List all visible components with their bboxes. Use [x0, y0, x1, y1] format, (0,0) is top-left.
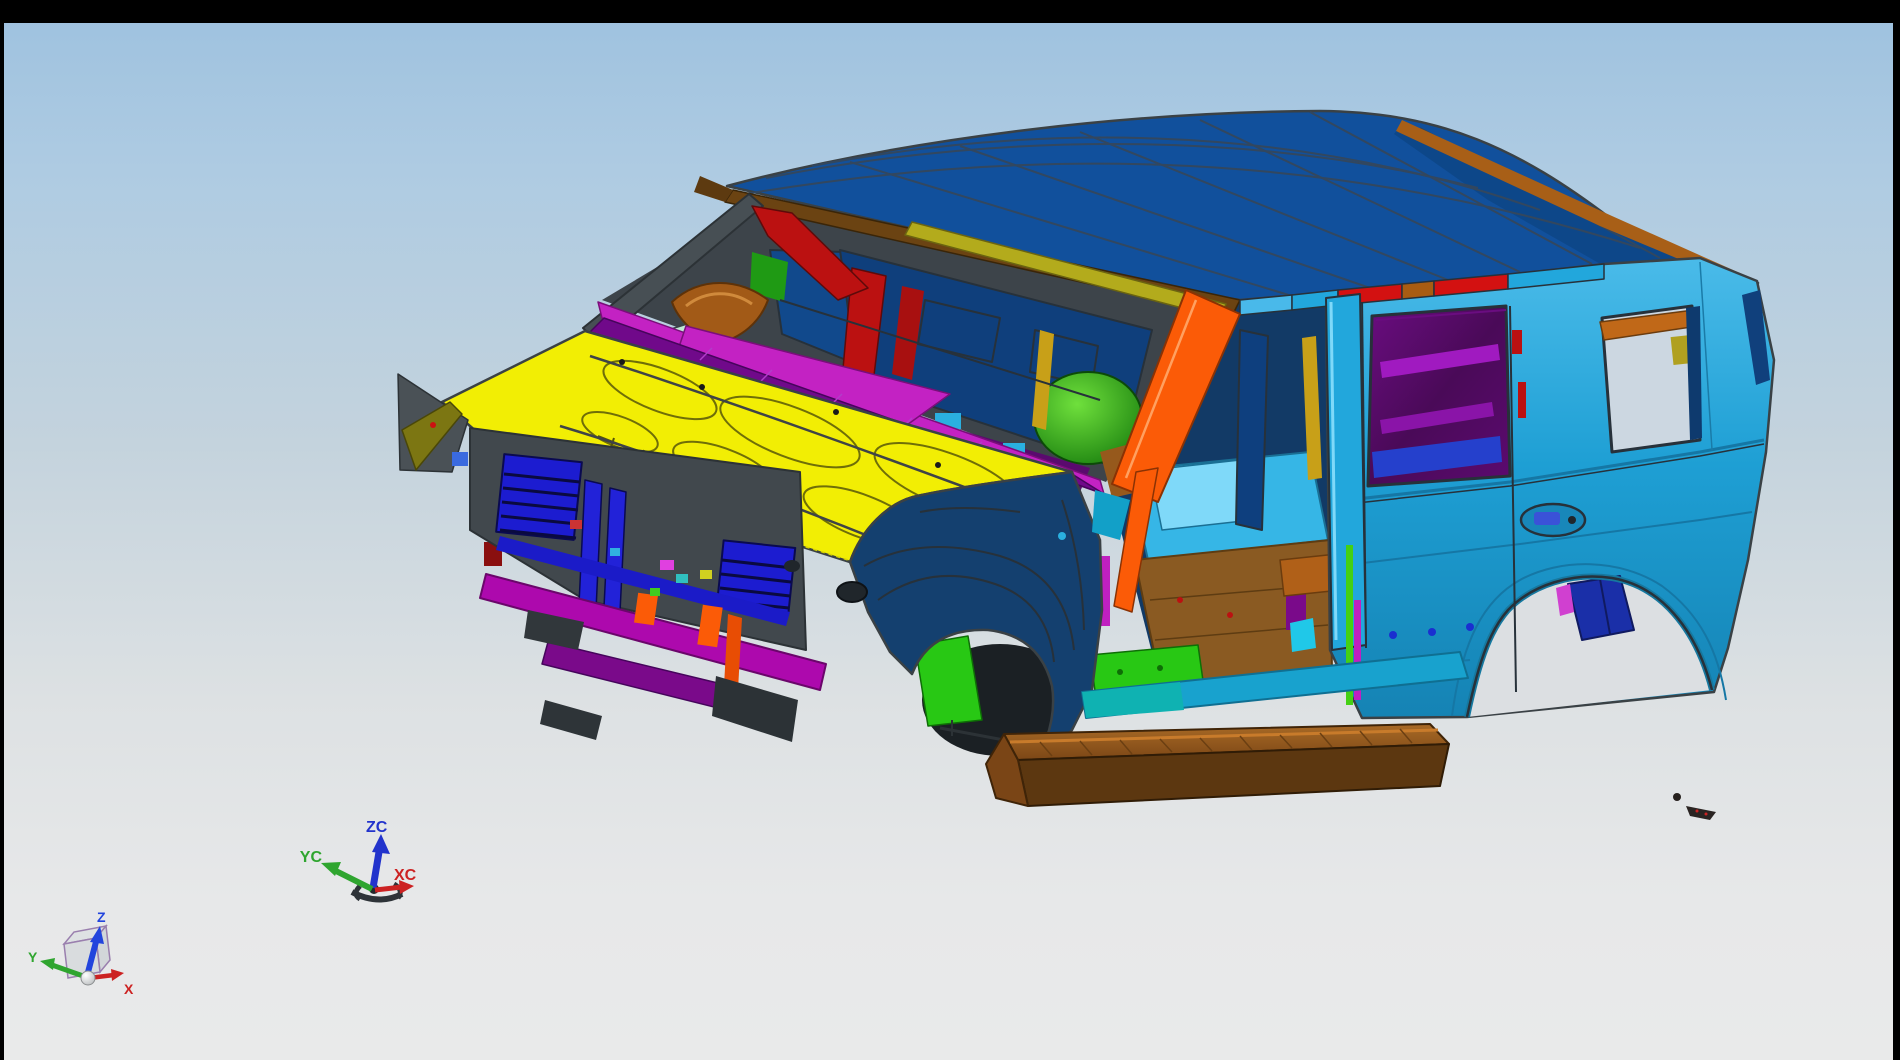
rear-door-window [1368, 306, 1510, 486]
wcs-z-label: ZC [366, 819, 388, 836]
wcs-z-axis[interactable] [372, 834, 390, 888]
csys-y-label: Y [28, 949, 38, 965]
window-top-bar [0, 0, 1900, 23]
radiator-slats-left[interactable] [496, 454, 582, 540]
wcs-triad[interactable]: ZC YC XC [300, 819, 417, 900]
b-pillar[interactable] [1326, 294, 1366, 705]
3d-viewport[interactable]: ZC YC XC Z Y [0, 0, 1900, 1060]
roof-left-tip [694, 176, 733, 202]
wcs-y-axis[interactable] [321, 862, 372, 889]
window-left-edge-bar [0, 0, 4, 1060]
csys-z-label: Z [97, 909, 106, 925]
cad-application-window: ZC YC XC Z Y [0, 0, 1900, 1060]
quarter-window [1600, 306, 1702, 452]
wcs-x-label: XC [394, 867, 417, 884]
floating-part[interactable] [1673, 793, 1716, 820]
wcs-y-label: YC [300, 849, 323, 866]
csys-origin-ball [81, 971, 95, 985]
front-grille-assembly[interactable] [470, 428, 826, 742]
csys-x-label: X [124, 981, 134, 997]
absolute-csys-triad: Z Y X [28, 909, 134, 997]
running-board[interactable] [940, 720, 1449, 806]
car-body-model[interactable] [398, 111, 1774, 820]
window-right-edge-bar [1893, 0, 1900, 1060]
door-handle[interactable] [1521, 504, 1585, 536]
